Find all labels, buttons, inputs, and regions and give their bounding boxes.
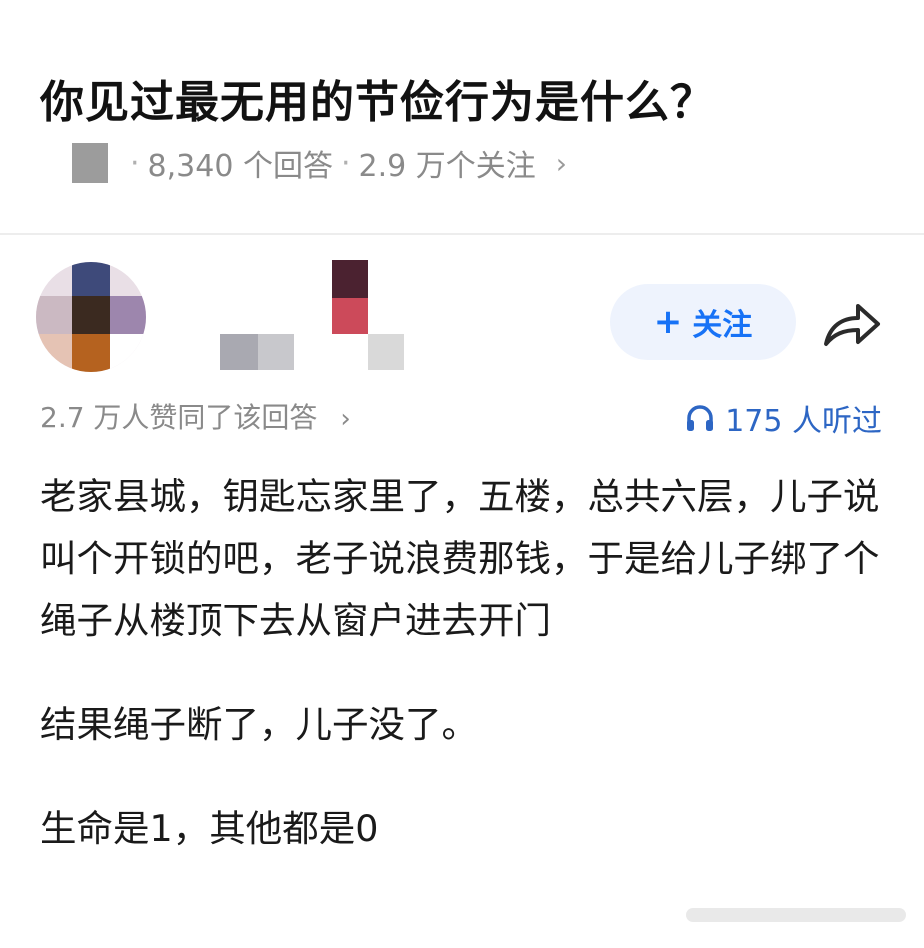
upvote-count[interactable]: 2.7 万人赞同了该回答 › xyxy=(40,396,351,436)
listen-count-label: 175 人听过 xyxy=(725,404,882,439)
share-arrow-icon[interactable] xyxy=(820,298,884,354)
answers-count: 8,340 个回答 xyxy=(147,149,333,184)
watermark xyxy=(686,908,906,922)
question-meta[interactable]: · 8,340 个回答 · 2.9 万个关注 › xyxy=(72,140,567,186)
answer-paragraph-1: 老家县城，钥匙忘家里了，五楼，总共六层，儿子说叫个开锁的吧，老子说浪费那钱，于是… xyxy=(40,475,880,642)
chevron-right-icon: › xyxy=(555,146,567,180)
answer-paragraph-2: 结果绳子断了，儿子没了。 xyxy=(40,703,478,746)
plus-icon: + xyxy=(653,302,683,342)
meta-separator-leading: · xyxy=(130,145,140,181)
avatar[interactable] xyxy=(36,262,146,372)
answer-body[interactable]: 老家县城，钥匙忘家里了，五楼，总共六层，儿子说叫个开锁的吧，老子说浪费那钱，于是… xyxy=(40,466,900,860)
meta-separator: · xyxy=(340,145,351,181)
author-name[interactable] xyxy=(220,260,410,372)
chevron-right-icon: › xyxy=(340,404,351,434)
headphones-icon xyxy=(687,405,714,431)
question-title[interactable]: 你见过最无用的节俭行为是什么？ xyxy=(40,66,715,130)
followers-count: 2.9 万个关注 xyxy=(358,149,536,184)
follow-button[interactable]: + 关注 xyxy=(610,284,796,360)
follow-button-label: 关注 xyxy=(692,308,753,343)
answer-paragraph-3: 生命是1，其他都是0 xyxy=(40,807,379,850)
upvote-count-label: 2.7 万人赞同了该回答 xyxy=(40,401,318,434)
listen-count[interactable]: 175 人听过 xyxy=(685,396,882,440)
section-divider xyxy=(0,233,924,235)
topic-thumbnail xyxy=(72,143,108,183)
